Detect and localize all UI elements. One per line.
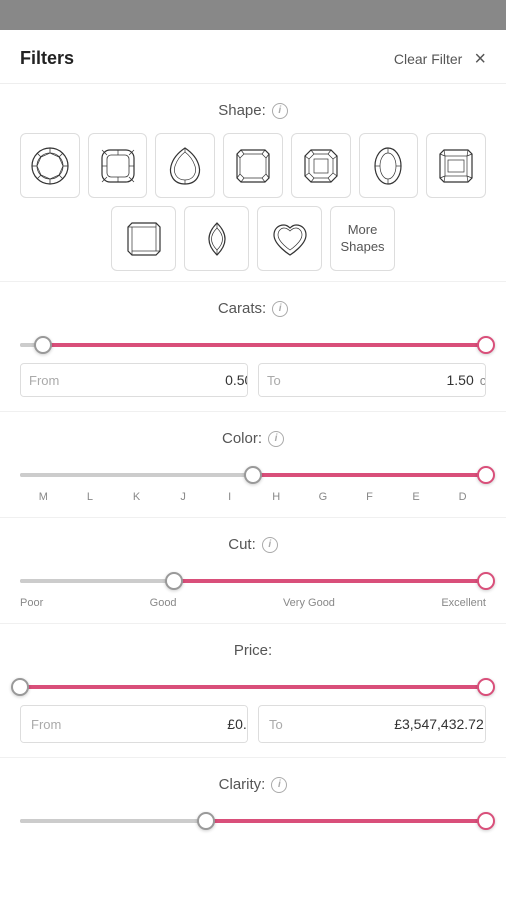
shape-info-icon[interactable]: i <box>272 103 288 119</box>
cut-label-poor: Poor <box>20 597 43 609</box>
color-title: Color: i <box>20 430 486 447</box>
price-section: Price: From To <box>0 624 506 758</box>
cut-thumb-right[interactable] <box>477 572 495 590</box>
carats-to-group: To ct <box>258 363 486 397</box>
carats-from-input[interactable] <box>67 364 248 396</box>
carats-to-label: To <box>259 365 289 396</box>
color-label-i: I <box>206 491 253 503</box>
cut-section: Cut: i Poor Good Very Good Excellent <box>0 518 506 624</box>
color-label-m: M <box>20 491 67 503</box>
clarity-info-icon[interactable]: i <box>271 777 287 793</box>
price-track <box>20 685 486 689</box>
clarity-track-left <box>20 819 206 823</box>
close-button[interactable]: × <box>474 49 486 69</box>
price-track-fill <box>20 685 486 689</box>
shape-round[interactable] <box>20 133 80 198</box>
color-label-g: G <box>300 491 347 503</box>
clarity-track-fill <box>206 819 486 823</box>
shape-pear[interactable] <box>155 133 215 198</box>
carats-thumb-left[interactable] <box>34 336 52 354</box>
cut-track <box>20 579 486 583</box>
carats-from-group: From ct <box>20 363 248 397</box>
price-slider[interactable] <box>20 677 486 697</box>
carats-info-icon[interactable]: i <box>272 301 288 317</box>
color-label-f: F <box>346 491 393 503</box>
carats-to-unit: ct <box>478 365 486 396</box>
cut-thumb-left[interactable] <box>165 572 183 590</box>
top-bar <box>0 0 506 30</box>
price-title: Price: <box>20 642 486 659</box>
carats-thumb-right[interactable] <box>477 336 495 354</box>
carats-slider[interactable] <box>20 335 486 355</box>
shape-section-title: Shape: i <box>20 102 486 119</box>
header-right: Clear Filter × <box>394 49 486 69</box>
shape-radiant[interactable] <box>223 133 283 198</box>
color-label-j: J <box>160 491 207 503</box>
cut-info-icon[interactable]: i <box>262 537 278 553</box>
clarity-thumb-right[interactable] <box>477 812 495 830</box>
clarity-track <box>20 819 486 823</box>
carats-input-row: From ct To ct <box>20 363 486 397</box>
color-label-k: K <box>113 491 160 503</box>
cut-label-good: Good <box>150 597 177 609</box>
shape-cushion[interactable] <box>88 133 148 198</box>
clarity-slider[interactable] <box>20 811 486 831</box>
clarity-title: Clarity: i <box>20 776 486 793</box>
color-thumb-left[interactable] <box>244 466 262 484</box>
cut-label-excellent: Excellent <box>441 597 486 609</box>
color-label-e: E <box>393 491 440 503</box>
carats-section: Carats: i From ct To ct <box>0 282 506 412</box>
cut-tick-labels: Poor Good Very Good Excellent <box>20 597 486 609</box>
filters-header: Filters Clear Filter × <box>0 30 506 84</box>
carats-from-label: From <box>21 365 67 396</box>
price-to-input[interactable] <box>293 706 486 742</box>
carats-to-input[interactable] <box>289 364 478 396</box>
price-input-row: From To <box>20 705 486 743</box>
price-to-label: To <box>259 707 293 742</box>
color-track-left <box>20 473 253 477</box>
carats-track-fill <box>43 343 486 347</box>
cut-label-verygood: Very Good <box>283 597 335 609</box>
more-shapes-button[interactable]: More Shapes <box>330 206 395 271</box>
color-label-h: H <box>253 491 300 503</box>
shape-section: Shape: i <box>0 84 506 282</box>
cut-track-left <box>20 579 174 583</box>
color-track-fill <box>253 473 486 477</box>
shape-heart[interactable] <box>257 206 322 271</box>
clarity-section: Clarity: i <box>0 758 506 847</box>
color-label-l: L <box>67 491 114 503</box>
color-tick-labels: M L K J I H G F E D <box>20 491 486 503</box>
carats-track <box>20 343 486 347</box>
clarity-thumb-left[interactable] <box>197 812 215 830</box>
price-from-group: From <box>20 705 248 743</box>
shapes-row-2: More Shapes <box>20 206 486 271</box>
filters-panel: Filters Clear Filter × Shape: i <box>0 30 506 900</box>
price-thumb-left[interactable] <box>11 678 29 696</box>
shape-princess[interactable] <box>111 206 176 271</box>
cut-slider[interactable] <box>20 571 486 591</box>
color-slider[interactable] <box>20 465 486 485</box>
shape-emerald[interactable] <box>426 133 486 198</box>
color-label-d: D <box>439 491 486 503</box>
shape-marquise[interactable] <box>184 206 249 271</box>
shape-oval[interactable] <box>359 133 419 198</box>
shapes-row-1 <box>20 133 486 198</box>
price-from-input[interactable] <box>71 706 248 742</box>
shape-asscher[interactable] <box>291 133 351 198</box>
cut-title: Cut: i <box>20 536 486 553</box>
price-to-group: To <box>258 705 486 743</box>
clear-filter-button[interactable]: Clear Filter <box>394 51 462 67</box>
shapes-grid: More Shapes <box>20 133 486 271</box>
color-thumb-right[interactable] <box>477 466 495 484</box>
price-thumb-right[interactable] <box>477 678 495 696</box>
price-from-label: From <box>21 707 71 742</box>
filters-title: Filters <box>20 48 74 69</box>
color-info-icon[interactable]: i <box>268 431 284 447</box>
color-section: Color: i M L K J I H G F E D <box>0 412 506 518</box>
cut-track-fill <box>174 579 486 583</box>
carats-title: Carats: i <box>20 300 486 317</box>
